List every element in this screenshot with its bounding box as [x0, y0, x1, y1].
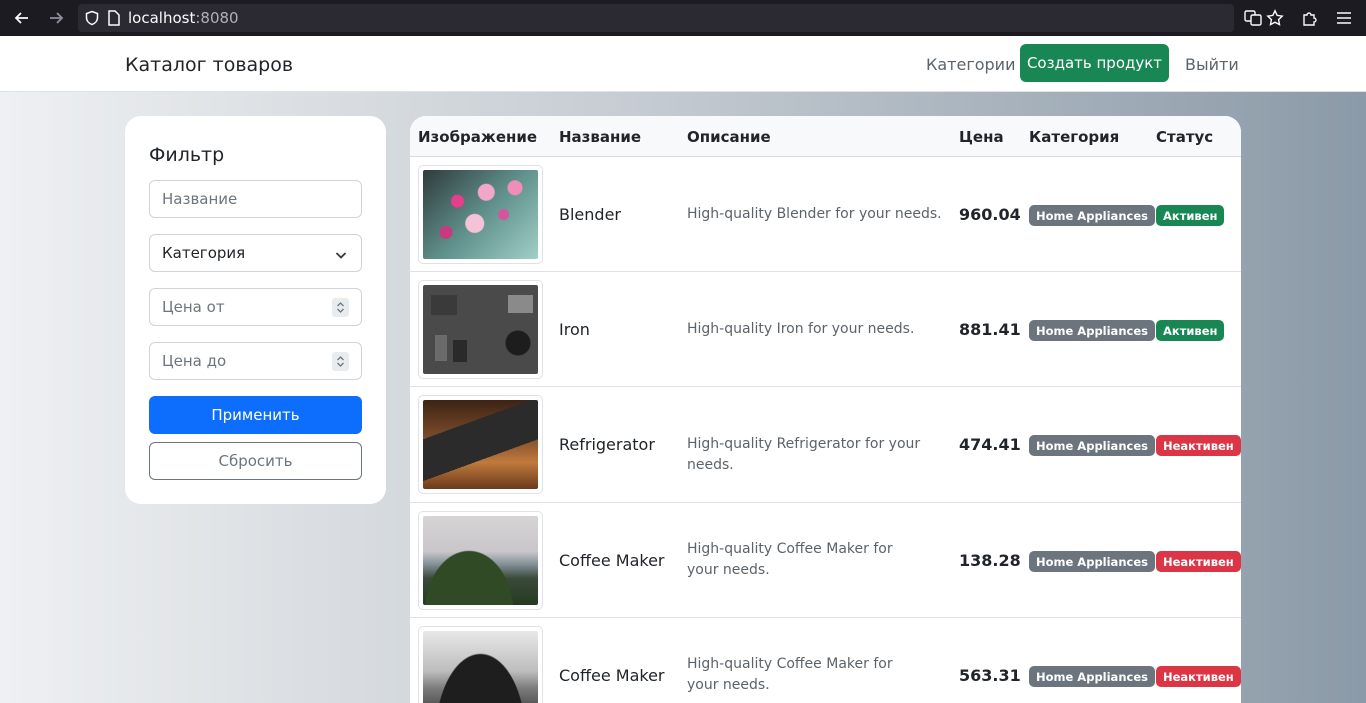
- brand-title[interactable]: Каталог товаров: [125, 54, 293, 76]
- reset-button[interactable]: Сбросить: [149, 442, 362, 480]
- status-badge: Неактивен: [1156, 551, 1241, 572]
- status-badge: Активен: [1156, 320, 1225, 341]
- category-badge: Home Appliances: [1029, 320, 1155, 341]
- product-name: Blender: [559, 205, 621, 224]
- category-select[interactable]: Категория: [149, 234, 362, 272]
- product-price: 881.41: [959, 320, 1021, 339]
- product-thumbnail: [418, 280, 543, 379]
- product-name: Refrigerator: [559, 435, 655, 454]
- url-host: localhost: [128, 9, 196, 27]
- product-thumbnail: [418, 165, 543, 264]
- price-to-input[interactable]: Цена до: [149, 342, 362, 380]
- header-image: Изображение: [418, 128, 538, 146]
- product-image: [423, 400, 538, 489]
- url-port: :8080: [195, 9, 239, 27]
- back-arrow-icon[interactable]: [10, 6, 34, 30]
- translate-icon[interactable]: [1243, 8, 1263, 28]
- product-image: [423, 170, 538, 259]
- hamburger-icon[interactable]: [1334, 8, 1354, 28]
- header-price: Цена: [959, 128, 1004, 146]
- logout-link[interactable]: Выйти: [1185, 55, 1239, 74]
- chevron-down-icon: [335, 247, 347, 265]
- table-row[interactable]: Coffee Maker High-quality Coffee Maker f…: [410, 618, 1241, 703]
- number-spinner-icon[interactable]: [332, 352, 349, 371]
- url-text[interactable]: localhost:8080: [128, 9, 239, 27]
- status-badge: Активен: [1156, 205, 1225, 226]
- table-row[interactable]: Blender High-quality Blender for your ne…: [410, 157, 1241, 272]
- page-icon: [104, 8, 124, 28]
- category-badge: Home Appliances: [1029, 205, 1155, 226]
- price-to-placeholder: Цена до: [162, 352, 227, 370]
- category-badge: Home Appliances: [1029, 435, 1155, 456]
- product-name: Coffee Maker: [559, 551, 665, 570]
- header-description: Описание: [687, 128, 771, 146]
- product-image: [423, 285, 538, 374]
- product-thumbnail: [418, 395, 543, 494]
- filter-title: Фильтр: [149, 144, 225, 166]
- filter-card: Фильтр Название Категория Цена от Цена д…: [125, 116, 386, 504]
- product-image: [423, 516, 538, 605]
- star-icon[interactable]: [1265, 8, 1285, 28]
- product-description: High-quality Refrigerator for your needs…: [687, 436, 921, 473]
- url-bar[interactable]: [78, 4, 1234, 32]
- apply-button[interactable]: Применить: [149, 396, 362, 434]
- product-description: High-quality Coffee Maker for your needs…: [687, 541, 893, 578]
- table-row[interactable]: Coffee Maker High-quality Coffee Maker f…: [410, 503, 1241, 618]
- header-status: Статус: [1156, 128, 1214, 146]
- category-badge: Home Appliances: [1029, 666, 1155, 687]
- category-badge: Home Appliances: [1029, 551, 1155, 572]
- price-from-placeholder: Цена от: [162, 298, 225, 316]
- product-price: 474.41: [959, 435, 1021, 454]
- name-filter-placeholder: Название: [162, 190, 238, 208]
- status-badge: Неактивен: [1156, 435, 1241, 456]
- product-image: [423, 631, 538, 703]
- product-thumbnail: [418, 511, 543, 610]
- product-description: High-quality Blender for your needs.: [687, 206, 942, 222]
- categories-link[interactable]: Категории: [926, 55, 1015, 74]
- app-navbar: Каталог товаров Категории Создать продук…: [0, 36, 1366, 92]
- table-row[interactable]: Iron High-quality Iron for your needs. 8…: [410, 272, 1241, 387]
- browser-toolbar: localhost:8080: [0, 0, 1366, 36]
- shield-icon[interactable]: [82, 8, 102, 28]
- number-spinner-icon[interactable]: [332, 298, 349, 317]
- product-name: Iron: [559, 320, 590, 339]
- product-description: High-quality Iron for your needs.: [687, 321, 915, 337]
- name-filter-input[interactable]: Название: [149, 180, 362, 218]
- table-row[interactable]: Refrigerator High-quality Refrigerator f…: [410, 387, 1241, 503]
- product-description: High-quality Coffee Maker for your needs…: [687, 656, 893, 693]
- product-price: 563.31: [959, 666, 1021, 685]
- product-name: Coffee Maker: [559, 666, 665, 685]
- price-from-input[interactable]: Цена от: [149, 288, 362, 326]
- create-product-button[interactable]: Создать продукт: [1020, 44, 1169, 82]
- table-header: Изображение Название Описание Цена Катег…: [410, 116, 1241, 157]
- header-category: Категория: [1029, 128, 1120, 146]
- products-table: Изображение Название Описание Цена Катег…: [410, 116, 1241, 703]
- product-price: 960.04: [959, 205, 1021, 224]
- header-name: Название: [559, 128, 642, 146]
- product-thumbnail: [418, 626, 543, 703]
- puzzle-icon[interactable]: [1300, 8, 1320, 28]
- product-price: 138.28: [959, 551, 1021, 570]
- forward-arrow-icon[interactable]: [44, 6, 68, 30]
- category-select-value: Категория: [162, 244, 246, 262]
- status-badge: Неактивен: [1156, 666, 1241, 687]
